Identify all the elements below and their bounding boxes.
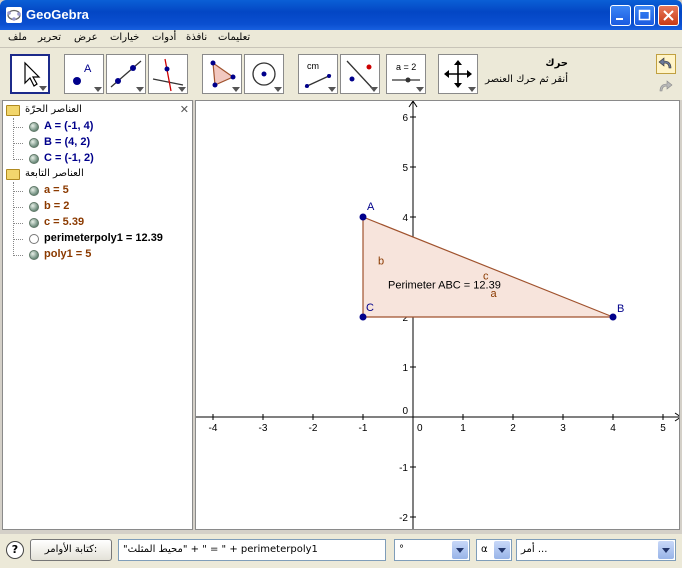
svg-text:A: A <box>84 63 92 75</box>
visibility-toggle-icon[interactable] <box>29 250 39 260</box>
selected-tool-help: أنقر ثم حرك العنصر <box>485 74 568 85</box>
coordinate-plane[interactable]: -4-3-2-10123456543210-1-2abcPerimeter AB… <box>196 101 680 530</box>
perimeter-text[interactable]: Perimeter ABC = 12.39 <box>388 280 501 292</box>
x-tick-label: 3 <box>560 423 566 434</box>
minimize-icon <box>616 18 623 20</box>
y-tick-label: -2 <box>399 513 408 524</box>
x-tick-label: -4 <box>209 423 218 434</box>
folder-icon <box>6 105 20 116</box>
circle-tool-button[interactable] <box>244 54 284 94</box>
maximize-icon <box>638 9 651 21</box>
y-tick-label: 5 <box>402 163 408 174</box>
slider-tool-button[interactable]: a = 2 <box>386 54 426 94</box>
symbol-dropdown[interactable]: ° <box>394 539 470 561</box>
close-button[interactable] <box>658 5 679 26</box>
minimize-button[interactable] <box>610 5 631 26</box>
x-tick-label: 0 <box>417 423 423 434</box>
geogebra-app-icon <box>6 7 22 23</box>
visibility-toggle-icon[interactable] <box>29 218 39 228</box>
command-dropdown[interactable]: أمر ... <box>516 539 676 561</box>
y-tick-label: -1 <box>399 463 408 474</box>
x-tick-label: 1 <box>460 423 466 434</box>
chevron-down-icon <box>452 541 468 559</box>
new-point-tool-button[interactable]: A <box>64 54 104 94</box>
y-tick-label: 1 <box>402 363 408 374</box>
input-command-button[interactable]: كتابة الأوامر: <box>30 539 112 561</box>
algebra-view: ✕ العناصر الحرّة A = (-1, 4) B = (4, 2) … <box>2 100 193 530</box>
window-title: GeoGebra <box>26 7 89 22</box>
move-tool-button[interactable] <box>10 54 50 94</box>
y-tick-label: 4 <box>402 213 408 224</box>
maximize-button[interactable] <box>634 5 655 26</box>
visibility-toggle-icon[interactable] <box>29 138 39 148</box>
reflect-tool-button[interactable] <box>340 54 380 94</box>
point-c[interactable] <box>359 313 367 321</box>
menu-help[interactable]: تعليمات <box>218 32 250 43</box>
redo-button[interactable] <box>656 78 676 98</box>
redo-icon <box>659 80 673 92</box>
menu-file[interactable]: ملف <box>8 32 27 43</box>
x-tick-label: -3 <box>259 423 268 434</box>
help-icon[interactable]: ? <box>6 541 24 559</box>
point-label: C <box>366 302 374 314</box>
greek-letter-dropdown[interactable]: α <box>476 539 512 561</box>
chevron-down-icon <box>494 541 510 559</box>
folder-icon <box>6 169 20 180</box>
undo-icon <box>658 57 672 69</box>
point-b[interactable] <box>609 313 617 321</box>
point-label: A <box>367 201 375 213</box>
x-tick-label: -1 <box>359 423 368 434</box>
visibility-toggle-icon[interactable] <box>29 154 39 164</box>
visibility-toggle-icon[interactable] <box>29 234 39 244</box>
svg-text:a = 2: a = 2 <box>396 62 416 72</box>
svg-text:cm: cm <box>307 61 319 71</box>
toolbar: A cm a = 2 حرك أنقر ثم حرك العنصر <box>0 48 682 100</box>
selected-tool-title: حرك <box>545 58 568 69</box>
visibility-toggle-icon[interactable] <box>29 202 39 212</box>
move-graphics-view-tool-button[interactable] <box>438 54 478 94</box>
perpendicular-line-tool-button[interactable] <box>148 54 188 94</box>
y-tick-label: 0 <box>402 406 408 417</box>
graphics-view[interactable]: -4-3-2-10123456543210-1-2abcPerimeter AB… <box>195 100 680 530</box>
y-tick-label: 6 <box>402 113 408 124</box>
menu-tools[interactable]: أدوات <box>152 32 176 43</box>
close-icon <box>663 10 674 21</box>
point-a[interactable] <box>359 213 367 221</box>
visibility-toggle-icon[interactable] <box>29 186 39 196</box>
polygon-tool-button[interactable] <box>202 54 242 94</box>
point-label: B <box>617 303 624 315</box>
x-tick-label: -2 <box>309 423 318 434</box>
x-tick-label: 5 <box>660 423 666 434</box>
distance-tool-button[interactable]: cm <box>298 54 338 94</box>
chevron-down-icon <box>658 541 674 559</box>
segment-label: b <box>378 256 384 268</box>
x-tick-label: 4 <box>610 423 616 434</box>
close-algebra-view-icon[interactable]: ✕ <box>180 103 189 116</box>
command-input[interactable]: "محيط المثلث" + " = " + perimeterpoly1 <box>118 539 386 561</box>
menu-edit[interactable]: تحرير <box>38 32 61 43</box>
menu-view[interactable]: عرض <box>74 32 98 43</box>
input-bar: ? كتابة الأوامر: "محيط المثلث" + " = " +… <box>0 534 682 568</box>
undo-button[interactable] <box>656 54 676 74</box>
menu-window[interactable]: نافذة <box>186 32 207 43</box>
line-tool-button[interactable] <box>106 54 146 94</box>
x-tick-label: 2 <box>510 423 516 434</box>
visibility-toggle-icon[interactable] <box>29 122 39 132</box>
menu-bar: ملف تحرير عرض خيارات أدوات نافذة تعليمات <box>0 30 682 48</box>
menu-options[interactable]: خيارات <box>110 32 139 43</box>
title-bar[interactable]: GeoGebra <box>0 0 682 30</box>
